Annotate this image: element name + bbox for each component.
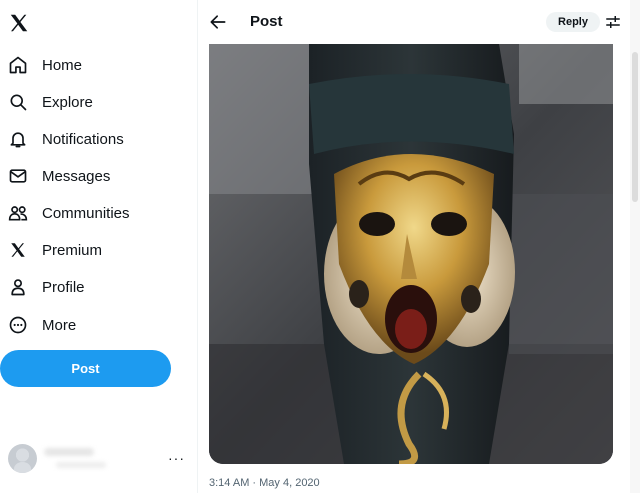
scrollbar-thumb[interactable] (632, 52, 638, 202)
nav-notifications[interactable]: Notifications (6, 122, 124, 156)
nav-communities-label: Communities (42, 204, 130, 222)
post-header: Post Reply (198, 0, 640, 44)
nav-premium[interactable]: Premium (6, 233, 102, 267)
search-icon (6, 90, 30, 114)
column-divider (197, 0, 198, 493)
nav-explore-label: Explore (42, 93, 93, 111)
nav-notifications-label: Notifications (42, 130, 124, 148)
x-logo-icon[interactable] (8, 12, 30, 34)
people-icon (6, 201, 30, 225)
page-title: Post (250, 13, 283, 30)
avatar (8, 444, 37, 473)
x-logo-icon (6, 238, 30, 262)
nav-profile-label: Profile (42, 278, 85, 296)
nav-profile[interactable]: Profile (6, 270, 85, 304)
account-handle-blurred (56, 462, 106, 468)
more-circle-icon (6, 313, 30, 337)
account-switcher[interactable]: ··· (0, 436, 190, 480)
nav-messages[interactable]: Messages (6, 159, 110, 193)
account-name-blurred (44, 448, 94, 456)
sliders-icon[interactable] (604, 13, 622, 31)
post-button[interactable]: Post (0, 350, 171, 387)
sidebar: Home Explore Notifications Messages Comm… (0, 0, 197, 493)
reply-button[interactable]: Reply (546, 12, 600, 32)
tattoo-image (209, 44, 613, 464)
bell-icon (6, 127, 30, 151)
tweet-photo[interactable] (209, 44, 613, 464)
person-icon (6, 275, 30, 299)
envelope-icon (6, 164, 30, 188)
nav-home[interactable]: Home (6, 48, 82, 82)
nav-premium-label: Premium (42, 241, 103, 259)
nav-home-label: Home (42, 56, 83, 74)
nav-more[interactable]: More (6, 308, 76, 342)
tweet-timestamp[interactable]: 3:14 AM · May 4, 2020 (209, 477, 320, 489)
account-more-icon[interactable]: ··· (168, 450, 185, 466)
nav-communities[interactable]: Communities (6, 196, 130, 230)
arrow-left-icon[interactable] (208, 12, 228, 32)
home-icon (6, 53, 30, 77)
nav-explore[interactable]: Explore (6, 85, 93, 119)
nav-more-label: More (42, 316, 77, 334)
nav-messages-label: Messages (42, 167, 111, 185)
